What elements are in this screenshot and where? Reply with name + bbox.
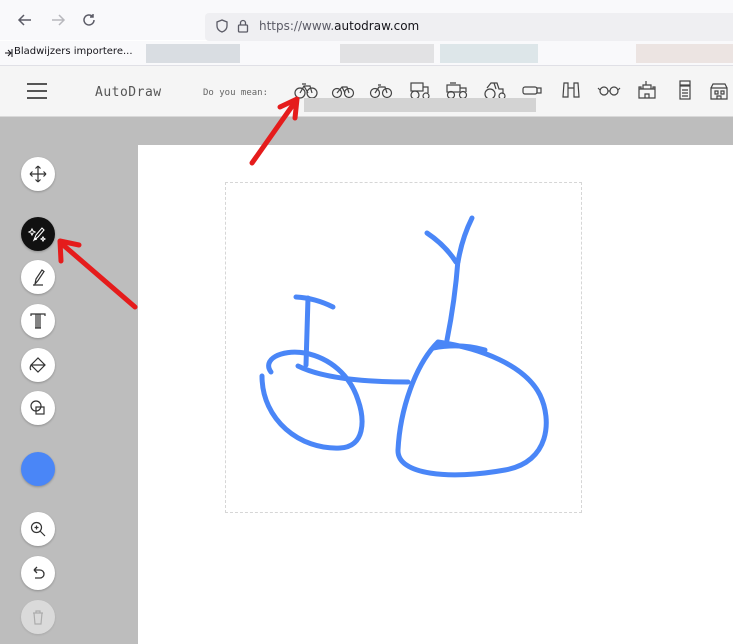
zoom-button[interactable] bbox=[21, 512, 55, 546]
shape-tool-button[interactable] bbox=[21, 391, 55, 425]
move-icon bbox=[29, 165, 47, 183]
drawing-bounding-box bbox=[225, 182, 582, 513]
reload-icon[interactable] bbox=[81, 12, 97, 28]
delete-button[interactable] bbox=[21, 600, 55, 634]
text-icon bbox=[30, 313, 46, 329]
bookmark-item[interactable] bbox=[440, 44, 538, 63]
autodraw-tool-button[interactable] bbox=[21, 217, 55, 251]
bookmark-item[interactable] bbox=[340, 44, 434, 63]
castle-icon[interactable] bbox=[634, 78, 660, 102]
shield-icon[interactable] bbox=[215, 19, 229, 33]
trash-icon bbox=[33, 610, 43, 625]
bookmark-item[interactable] bbox=[146, 44, 240, 63]
suggestions-scrollbar[interactable] bbox=[304, 98, 536, 112]
lock-icon[interactable] bbox=[236, 19, 250, 33]
back-arrow-icon[interactable] bbox=[17, 12, 33, 28]
paint-bucket-icon bbox=[29, 357, 46, 373]
undo-icon bbox=[33, 566, 45, 579]
suggestions-label: Do you mean: bbox=[203, 88, 269, 98]
building-icon[interactable] bbox=[707, 78, 733, 102]
url-domain: autodraw.com bbox=[334, 19, 420, 33]
menu-icon[interactable] bbox=[27, 83, 47, 99]
bookmarks-bar: Bladwijzers importere... bbox=[0, 41, 733, 66]
magic-pencil-icon bbox=[27, 227, 47, 243]
shapes-icon bbox=[30, 400, 45, 415]
bookmark-item[interactable] bbox=[636, 44, 733, 63]
draw-tool-button[interactable] bbox=[21, 260, 55, 294]
browser-toolbar: https://www.autodraw.com bbox=[0, 0, 733, 41]
address-bar[interactable]: https://www.autodraw.com bbox=[205, 13, 733, 41]
move-tool-button[interactable] bbox=[21, 157, 55, 191]
app-title: AutoDraw bbox=[95, 85, 162, 100]
binoculars-icon[interactable] bbox=[558, 78, 584, 102]
url-prefix: https://www. bbox=[259, 19, 335, 33]
trash-can-icon[interactable] bbox=[672, 78, 698, 102]
bookmark-import-link[interactable]: Bladwijzers importere... bbox=[14, 46, 133, 57]
url-text: https://www.autodraw.com bbox=[259, 19, 419, 33]
color-picker-button[interactable] bbox=[21, 452, 55, 486]
fill-tool-button[interactable] bbox=[21, 348, 55, 382]
glasses-icon[interactable] bbox=[596, 78, 622, 102]
pencil-icon bbox=[33, 269, 45, 287]
zoom-in-icon bbox=[30, 521, 46, 537]
undo-button[interactable] bbox=[21, 556, 55, 590]
import-icon bbox=[5, 49, 13, 57]
type-tool-button[interactable] bbox=[21, 304, 55, 338]
forward-arrow-icon[interactable] bbox=[50, 12, 66, 28]
